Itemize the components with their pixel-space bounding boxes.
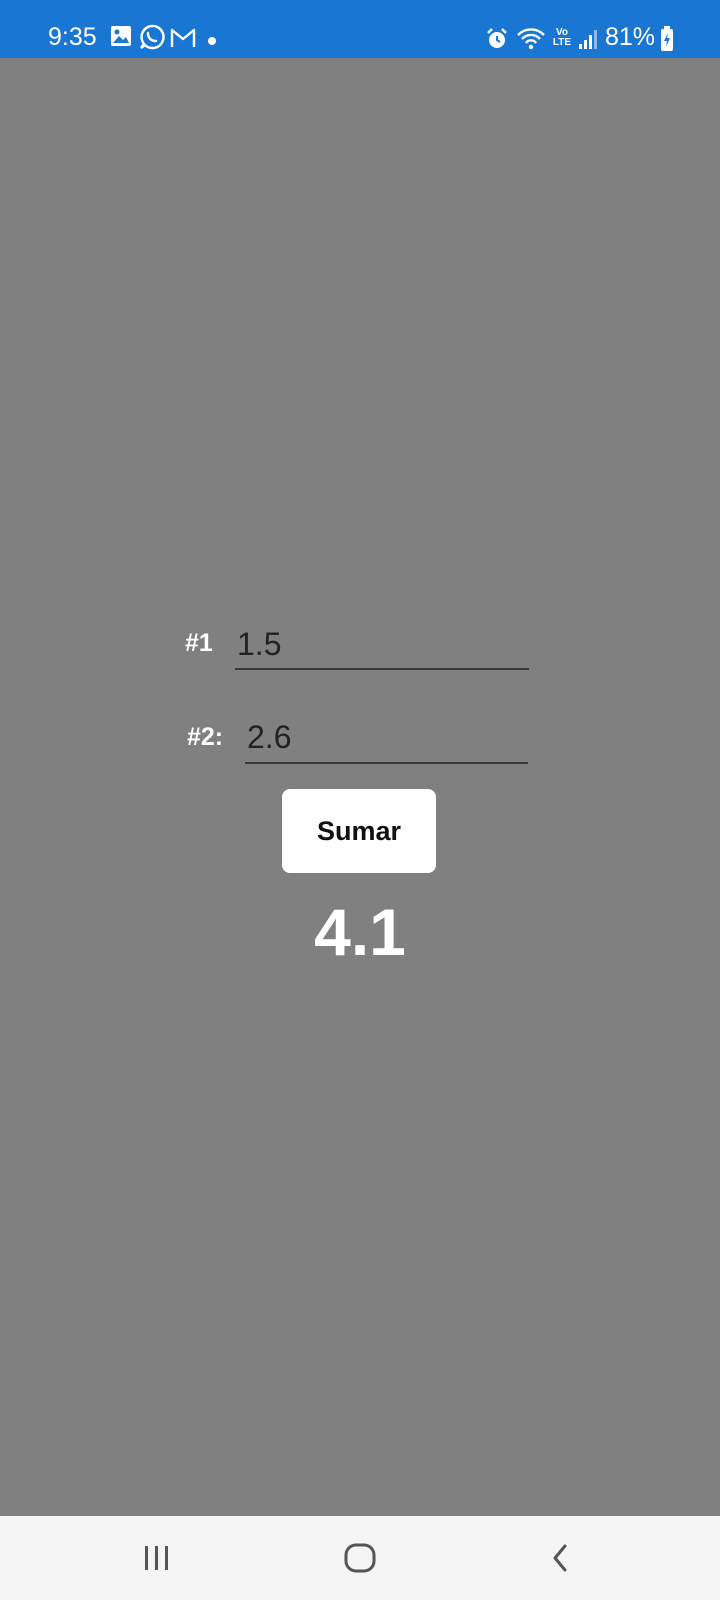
wifi-icon <box>517 28 545 50</box>
field2-label: #2: <box>187 723 224 751</box>
navigation-bar <box>0 1516 720 1600</box>
gmail-icon <box>170 28 196 47</box>
back-icon[interactable] <box>545 1536 575 1580</box>
home-icon[interactable] <box>340 1536 380 1580</box>
signal-icon <box>579 30 597 49</box>
status-time: 9:35 <box>48 23 97 51</box>
sum-button[interactable]: Sumar <box>282 789 436 873</box>
battery-charging-icon <box>661 26 673 51</box>
gallery-icon <box>111 26 131 46</box>
volte-icon: Vo LTE <box>552 27 572 48</box>
recent-apps-icon[interactable] <box>140 1536 174 1580</box>
more-notifications-dot <box>208 37 216 45</box>
result-value: 4.1 <box>314 895 406 969</box>
field1-label: #1 <box>185 629 213 657</box>
number1-input[interactable] <box>235 620 529 670</box>
status-bar: 9:35 Vo LTE 81% <box>0 0 720 58</box>
battery-percent: 81% <box>605 23 656 51</box>
number2-input[interactable] <box>245 713 528 764</box>
alarm-icon <box>487 28 507 48</box>
whatsapp-icon <box>140 24 165 50</box>
